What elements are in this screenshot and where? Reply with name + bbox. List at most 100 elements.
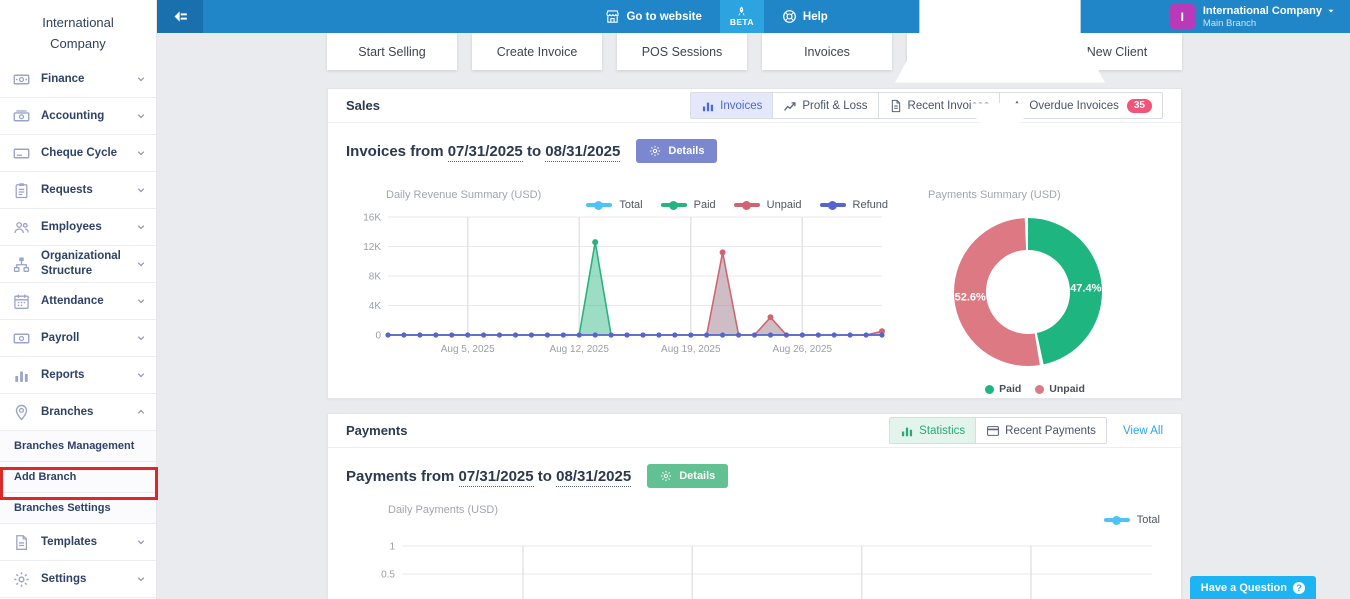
go-to-website-link[interactable]: Go to website — [605, 9, 701, 24]
caret-down-icon — [1326, 6, 1336, 16]
legend-dot — [985, 385, 994, 394]
sidebar-item-templates[interactable]: Templates — [0, 524, 156, 561]
svg-text:0: 0 — [375, 331, 381, 342]
account-branch: Main Branch — [1203, 18, 1336, 29]
cash-icon — [13, 108, 30, 125]
payments-summary-title: Payments Summary (USD) — [928, 189, 1163, 201]
svg-text:0.5: 0.5 — [381, 570, 395, 581]
sidebar-subitem-add-branch[interactable]: Add Branch — [0, 462, 156, 493]
sidebar-item-label: Organizational Structure — [41, 249, 135, 279]
cheque-icon — [13, 145, 30, 162]
sidebar-item-label: Settings — [41, 572, 135, 587]
svg-text:47.4%: 47.4% — [1070, 282, 1101, 294]
sidebar-subitem-branches-settings[interactable]: Branches Settings — [0, 493, 156, 524]
company-name-line2: Company — [0, 33, 156, 54]
company-name[interactable]: International Company — [0, 0, 156, 61]
sidebar-item-cheque-cycle[interactable]: Cheque Cycle — [0, 135, 156, 172]
quick-action-pos-sessions[interactable]: POS Sessions — [617, 33, 747, 70]
chevron-down-icon — [135, 573, 147, 585]
quick-action-create-invoice[interactable]: Create Invoice — [472, 33, 602, 70]
svg-text:8K: 8K — [369, 272, 382, 283]
payments-from-date[interactable]: 07/31/2025 — [459, 468, 534, 487]
help-button[interactable]: Help — [782, 9, 828, 24]
chevron-down-icon — [135, 258, 147, 270]
tab-recent-payments[interactable]: Recent Payments — [976, 418, 1106, 443]
tab-invoices[interactable]: Invoices — [691, 93, 773, 118]
payments-summary-legend: PaidUnpaid — [920, 383, 1150, 395]
payroll-icon — [13, 330, 30, 347]
legend-swatch — [734, 203, 760, 207]
sidebar-item-settings[interactable]: Settings — [0, 561, 156, 598]
top-bar: Go to website BETA Help 78 I Internation… — [157, 0, 1350, 33]
collapse-menu-icon — [172, 8, 189, 25]
sidebar-item-branches[interactable]: Branches — [0, 394, 156, 431]
sidebar-item-label: Finance — [41, 72, 135, 87]
document-icon — [13, 534, 30, 551]
gear-icon — [13, 571, 30, 588]
svg-text:16K: 16K — [363, 213, 381, 224]
beta-label: BETA — [730, 17, 754, 27]
sidebar-item-accounting[interactable]: Accounting — [0, 98, 156, 135]
sidebar-item-employees[interactable]: Employees — [0, 209, 156, 246]
chevron-down-icon — [135, 332, 147, 344]
bar-chart-icon — [701, 99, 715, 113]
chevron-down-icon — [135, 184, 147, 196]
sidebar-item-label: Branches — [41, 405, 135, 420]
chevron-down-icon — [135, 110, 147, 122]
banknote-icon — [13, 71, 30, 88]
svg-text:1: 1 — [389, 542, 395, 553]
chevron-down-icon — [135, 295, 147, 307]
payments-details-button[interactable]: Details — [647, 464, 728, 488]
legend-swatch — [1104, 518, 1130, 522]
sidebar-item-label: Reports — [41, 368, 135, 383]
have-a-question-label: Have a Question — [1201, 582, 1287, 594]
legend-dot — [1035, 385, 1044, 394]
beta-badge[interactable]: BETA — [720, 0, 764, 33]
sidebar-item-attendance[interactable]: Attendance — [0, 283, 156, 320]
top-bar-right: Go to website BETA Help 78 I Internation… — [605, 0, 1350, 33]
card-icon — [986, 424, 1000, 438]
avatar: I — [1170, 4, 1195, 29]
svg-text:Aug 19, 2025: Aug 19, 2025 — [661, 344, 721, 355]
sidebar-item-label: Accounting — [41, 109, 135, 124]
have-a-question-button[interactable]: Have a Question ? — [1190, 576, 1316, 599]
bell-icon — [850, 0, 1150, 167]
svg-text:4K: 4K — [369, 301, 382, 312]
payments-to-date[interactable]: 08/31/2025 — [556, 468, 631, 487]
lifebuoy-icon — [782, 9, 797, 24]
invoices-details-button[interactable]: Details — [636, 139, 717, 163]
svg-text:Aug 5, 2025: Aug 5, 2025 — [441, 344, 495, 355]
sidebar-item-label: Cheque Cycle — [41, 146, 135, 161]
tab-statistics[interactable]: Statistics — [890, 418, 976, 443]
sidebar-item-label: Attendance — [41, 294, 135, 309]
storefront-icon — [605, 9, 620, 24]
line-chart-icon — [783, 99, 797, 113]
location-pin-icon — [13, 404, 30, 421]
invoices-range-title: Invoices from 07/31/2025 to 08/31/2025 — [346, 143, 620, 160]
help-label: Help — [803, 11, 828, 23]
sidebar-item-organizational-structure[interactable]: Organizational Structure — [0, 246, 156, 283]
revenue-chart-title: Daily Revenue Summary (USD) — [386, 189, 541, 201]
donut-legend-unpaid: Unpaid — [1035, 383, 1085, 395]
notifications-button[interactable]: 78 — [850, 0, 1150, 167]
invoices-details-label: Details — [668, 145, 704, 157]
chevron-down-icon — [135, 221, 147, 233]
payments-panel: Payments StatisticsRecent Payments View … — [327, 413, 1182, 599]
sidebar-item-requests[interactable]: Requests — [0, 172, 156, 209]
sidebar-item-reports[interactable]: Reports — [0, 357, 156, 394]
view-all-link[interactable]: View All — [1123, 425, 1163, 437]
sidebar-item-payroll[interactable]: Payroll — [0, 320, 156, 357]
quick-action-start-selling[interactable]: Start Selling — [327, 33, 457, 70]
account-name: International Company — [1203, 5, 1322, 17]
bar-chart-icon — [900, 424, 914, 438]
invoices-to-date[interactable]: 08/31/2025 — [545, 143, 620, 162]
sales-title: Sales — [346, 98, 380, 113]
account-menu[interactable]: I International Company Main Branch — [1170, 4, 1336, 29]
sidebar-item-finance[interactable]: Finance — [0, 61, 156, 98]
invoices-from-date[interactable]: 07/31/2025 — [448, 143, 523, 162]
sidebar-collapse-button[interactable] — [157, 0, 203, 33]
sidebar-subitem-branches-management[interactable]: Branches Management — [0, 431, 156, 462]
legend-swatch — [661, 203, 687, 207]
calendar-icon — [13, 293, 30, 310]
legend-refund: Refund — [820, 199, 888, 211]
